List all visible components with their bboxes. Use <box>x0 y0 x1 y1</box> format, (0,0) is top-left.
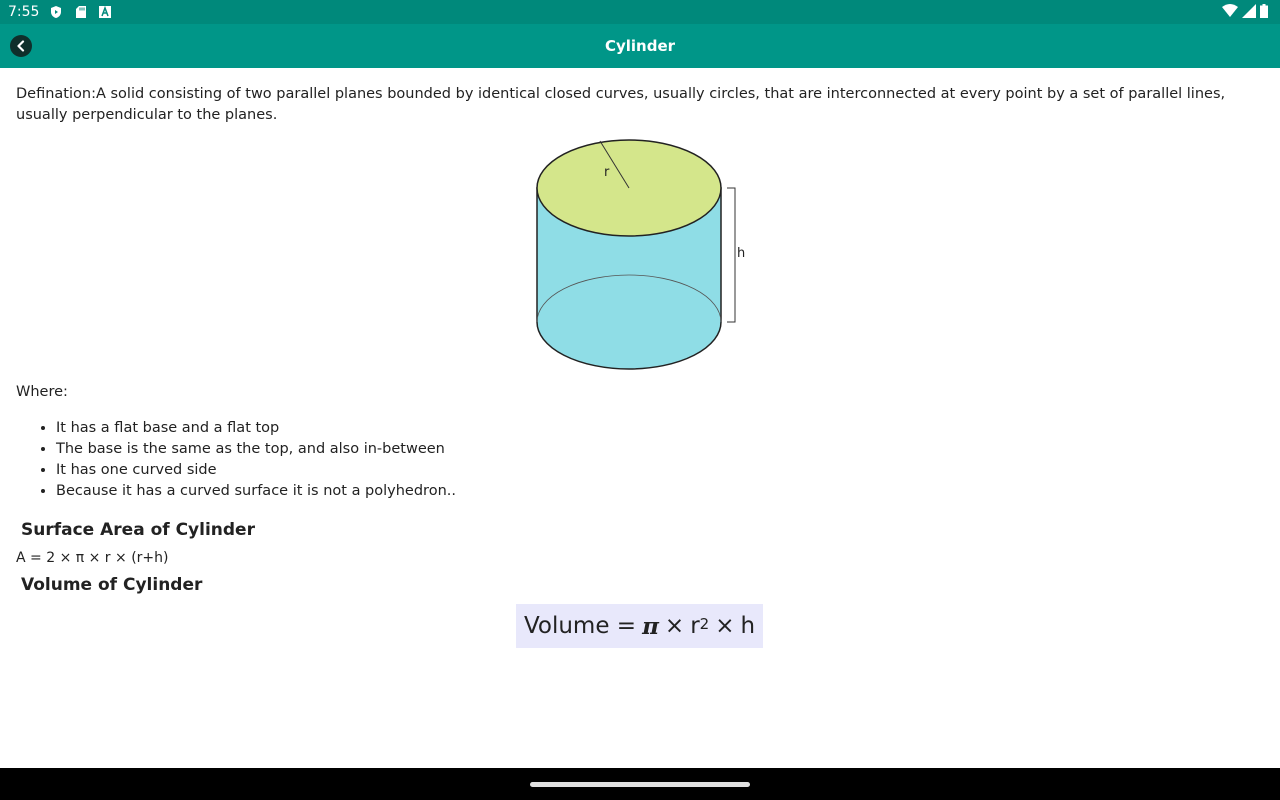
radius-label: r <box>604 165 610 180</box>
surface-area-formula: A = 2 × π × r × (r+h) <box>16 550 169 566</box>
volume-formula-lhs: Volume = <box>523 613 637 639</box>
height-bracket <box>727 187 736 323</box>
font-a-icon <box>99 6 112 18</box>
list-item: The base is the same as the top, and als… <box>56 439 456 460</box>
volume-formula-times: × <box>664 613 685 639</box>
signal-icon <box>1242 4 1256 18</box>
navigation-bar <box>0 768 1280 800</box>
volume-formula-times: × <box>715 613 735 639</box>
status-bar: 7:55 <box>0 0 1280 24</box>
cylinder-diagram: r h <box>536 139 745 370</box>
list-item: It has a flat base and a flat top <box>56 418 456 439</box>
app-bar: Cylinder <box>0 24 1280 68</box>
volume-title: Volume of Cylinder <box>21 575 203 595</box>
back-button[interactable] <box>10 35 32 57</box>
where-label: Where: <box>16 384 68 400</box>
status-time: 7:55 <box>8 4 40 20</box>
height-label: h <box>737 246 745 261</box>
home-handle[interactable] <box>530 782 750 787</box>
list-item: It has one curved side <box>56 460 456 481</box>
volume-formula-h: h <box>740 613 756 639</box>
content-area: Defination:A solid consisting of two par… <box>0 68 1280 768</box>
battery-icon <box>1260 4 1268 18</box>
definition-text: Defination:A solid consisting of two par… <box>16 86 1226 123</box>
properties-list: It has a flat base and a flat top The ba… <box>16 418 456 502</box>
chevron-left-icon <box>17 40 25 52</box>
page-title: Cylinder <box>604 37 676 55</box>
sd-card-icon <box>76 6 87 18</box>
volume-formula: Volume = π × r2 × h <box>516 604 763 648</box>
list-item: Because it has a curved surface it is no… <box>56 481 456 502</box>
volume-formula-exponent: 2 <box>699 615 710 633</box>
volume-formula-r: r <box>690 613 700 639</box>
shield-play-icon <box>51 6 62 18</box>
wifi-icon <box>1222 4 1238 17</box>
volume-formula-pi: π <box>642 612 659 640</box>
surface-area-title: Surface Area of Cylinder <box>21 520 255 540</box>
